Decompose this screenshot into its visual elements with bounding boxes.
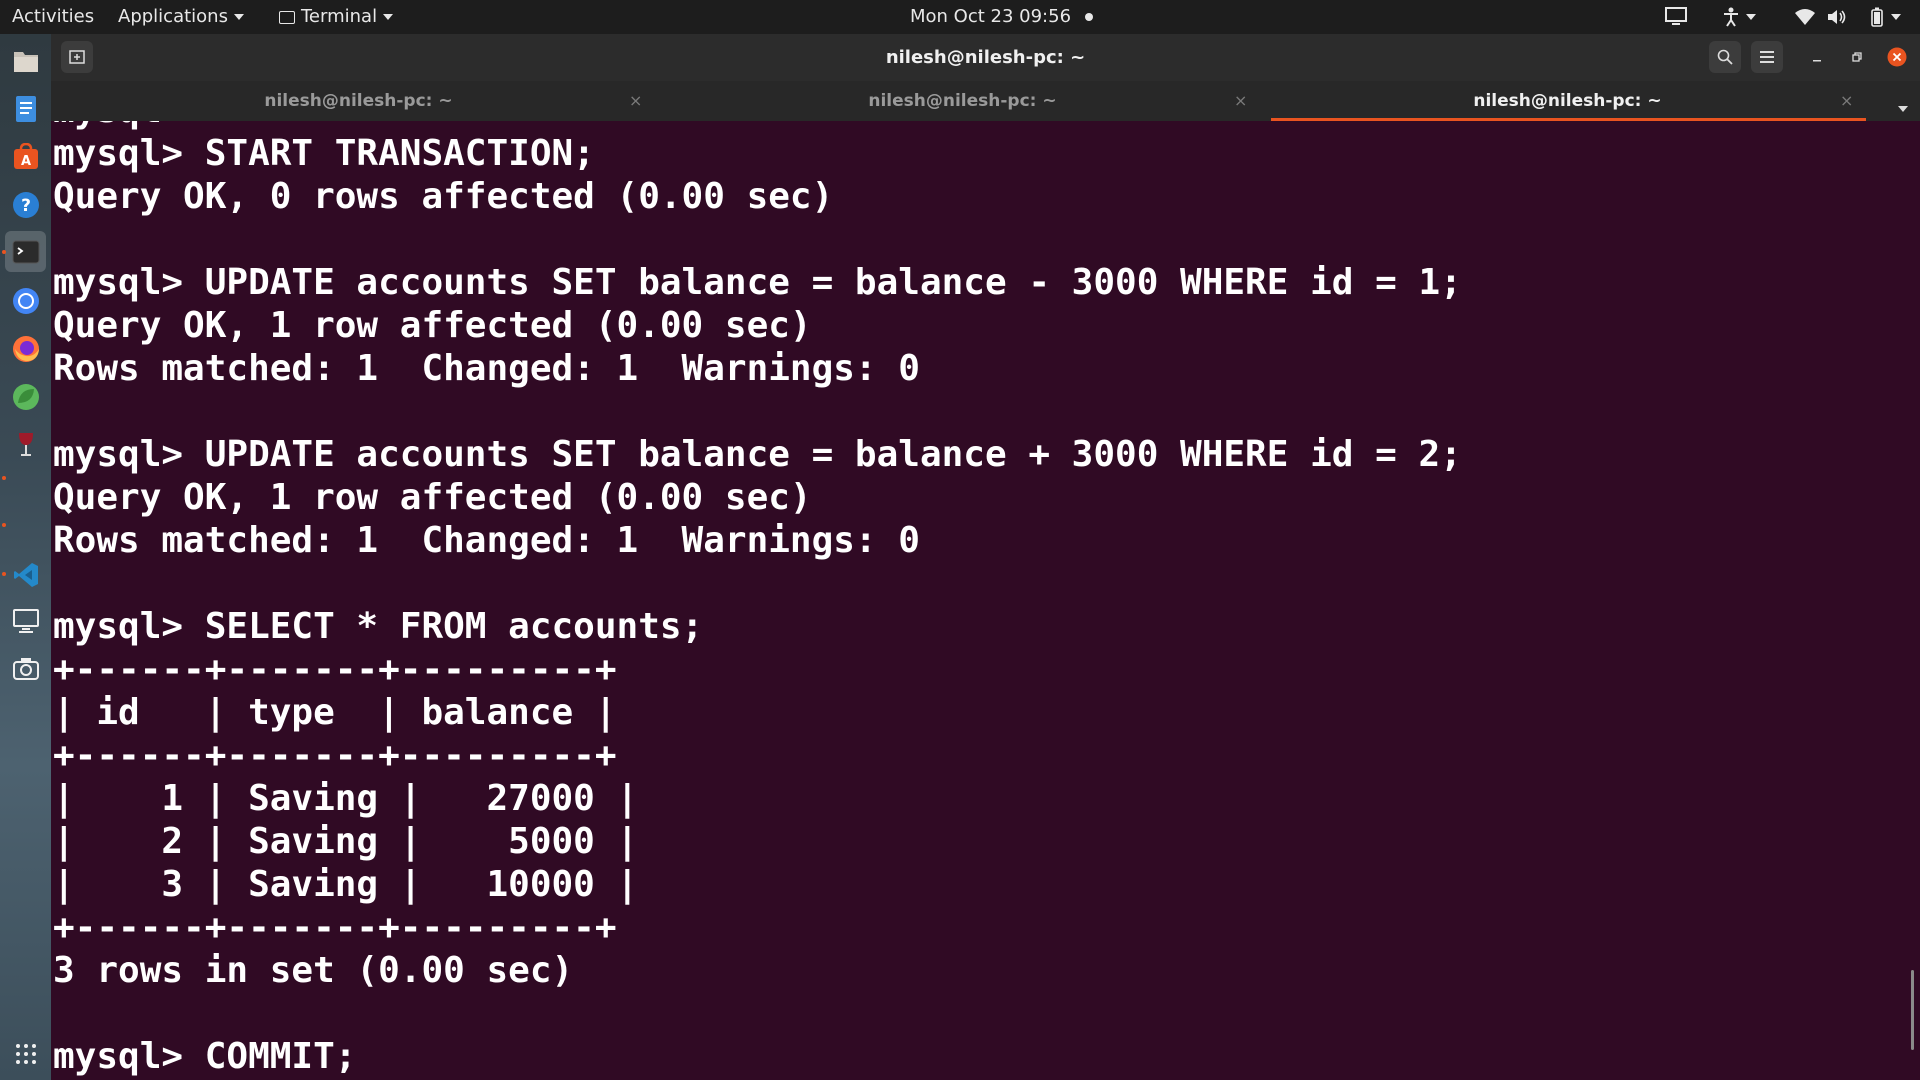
running-indicator xyxy=(2,523,6,527)
terminal-line: | 1 | Saving | 27000 | xyxy=(53,778,639,819)
menu-button[interactable] xyxy=(1751,41,1783,73)
volume-icon[interactable] xyxy=(1826,6,1848,28)
terminal-line: mysql> UPDATE accounts SET balance = bal… xyxy=(53,434,1462,475)
scrollbar[interactable] xyxy=(1911,970,1914,1050)
restore-icon xyxy=(1852,52,1862,62)
applications-menu[interactable]: Applications xyxy=(118,0,244,34)
wine-icon[interactable] xyxy=(5,424,46,465)
wifi-icon[interactable] xyxy=(1794,6,1816,28)
terminal-lines: mysql>mysql> START TRANSACTION;Query OK,… xyxy=(53,121,1462,1078)
display-icon[interactable] xyxy=(5,600,46,641)
text-editor-icon[interactable] xyxy=(5,88,46,129)
terminal-line: mysql> UPDATE accounts SET balance = bal… xyxy=(53,262,1462,303)
terminal-line: mysql> xyxy=(53,121,1462,132)
minimize-icon xyxy=(1813,60,1821,62)
terminal-menu-label: Terminal xyxy=(301,6,378,27)
chevron-down-icon xyxy=(233,14,244,20)
terminal-line: Query OK, 1 row affected (0.00 sec) xyxy=(53,477,812,518)
terminal-line: Query OK, 0 rows affected (0.00 sec) xyxy=(53,176,834,217)
battery-icon xyxy=(1871,7,1883,27)
terminal-line: mysql> COMMIT; xyxy=(53,1036,357,1077)
running-indicator xyxy=(2,250,6,254)
applications-label: Applications xyxy=(118,6,228,27)
svg-text:A: A xyxy=(20,154,30,169)
terminal-line: Rows matched: 1 Changed: 1 Warnings: 0 xyxy=(53,348,920,389)
terminal-line: +------+-------+---------+ xyxy=(53,649,617,690)
search-button[interactable] xyxy=(1709,41,1741,73)
chevron-down-icon xyxy=(1898,105,1908,112)
running-indicator xyxy=(2,572,6,576)
hamburger-icon xyxy=(1760,51,1774,63)
activities-button[interactable]: Activities xyxy=(12,0,94,34)
firefox-icon[interactable] xyxy=(5,328,46,369)
tab-close-icon[interactable]: × xyxy=(1840,81,1853,121)
terminal-line: | id | type | balance | xyxy=(53,692,617,733)
tab-list-button[interactable] xyxy=(1892,98,1908,117)
power-menu[interactable] xyxy=(1860,6,1910,28)
software-icon[interactable]: A xyxy=(5,136,46,177)
terminal-line: | 3 | Saving | 10000 | xyxy=(53,864,639,905)
chrome-icon[interactable] xyxy=(5,280,46,321)
tab-3[interactable]: nilesh@nilesh-pc: ~ xyxy=(1260,81,1875,121)
tab-close-icon[interactable]: × xyxy=(629,81,642,121)
screen-icon[interactable] xyxy=(1664,6,1688,28)
terminal-line: Query OK, 1 row affected (0.00 sec) xyxy=(53,305,812,346)
camera-icon[interactable] xyxy=(5,648,46,689)
svg-text:?: ? xyxy=(21,196,31,216)
terminal-small-icon xyxy=(279,10,295,24)
minimize-button[interactable] xyxy=(1801,41,1833,73)
running-indicator xyxy=(2,476,6,480)
chevron-down-icon xyxy=(1891,14,1901,20)
terminal-line: mysql> START TRANSACTION; xyxy=(53,133,595,174)
tab-bar: nilesh@nilesh-pc: ~ × nilesh@nilesh-pc: … xyxy=(51,81,1920,121)
vscode-icon[interactable] xyxy=(5,554,46,595)
leaf-app-icon[interactable] xyxy=(5,376,46,417)
search-icon xyxy=(1717,49,1733,65)
window-titlebar[interactable]: nilesh@nilesh-pc: ~ xyxy=(51,34,1920,81)
terminal-line: 3 rows in set (0.00 sec) xyxy=(53,950,574,991)
top-bar: Activities Applications Terminal Mon Oct… xyxy=(0,0,1920,34)
clock[interactable]: Mon Oct 23 09:56 xyxy=(910,0,1094,34)
tab-1[interactable]: nilesh@nilesh-pc: ~ xyxy=(51,81,666,121)
files-icon[interactable] xyxy=(5,40,46,81)
close-icon xyxy=(1887,47,1907,67)
terminal-icon[interactable] xyxy=(5,231,46,272)
terminal-line: +------+-------+---------+ xyxy=(53,907,617,948)
terminal-output[interactable]: mysql>mysql> START TRANSACTION;Query OK,… xyxy=(51,121,1920,1080)
apps-grid-icon[interactable] xyxy=(5,1033,46,1074)
clock-text: Mon Oct 23 09:56 xyxy=(910,6,1072,27)
terminal-line: Rows matched: 1 Changed: 1 Warnings: 0 xyxy=(53,520,920,561)
close-button[interactable] xyxy=(1881,41,1913,73)
window-title: nilesh@nilesh-pc: ~ xyxy=(885,47,1086,68)
chevron-down-icon xyxy=(383,14,394,20)
tab-close-icon[interactable]: × xyxy=(1234,81,1247,121)
chevron-down-icon xyxy=(1746,14,1756,20)
help-icon[interactable]: ? xyxy=(5,184,46,225)
tab-2[interactable]: nilesh@nilesh-pc: ~ xyxy=(655,81,1270,121)
terminal-app-menu[interactable]: Terminal xyxy=(279,0,394,34)
accessibility-icon xyxy=(1724,7,1738,27)
recording-dot-icon xyxy=(1085,13,1094,21)
terminal-line: mysql> SELECT * FROM accounts; xyxy=(53,606,704,647)
maximize-button[interactable] xyxy=(1841,41,1873,73)
terminal-line: +------+-------+---------+ xyxy=(53,735,617,776)
dock: A ? xyxy=(0,34,51,1080)
accessibility-menu[interactable] xyxy=(1717,6,1761,28)
terminal-line: | 2 | Saving | 5000 | xyxy=(53,821,639,862)
